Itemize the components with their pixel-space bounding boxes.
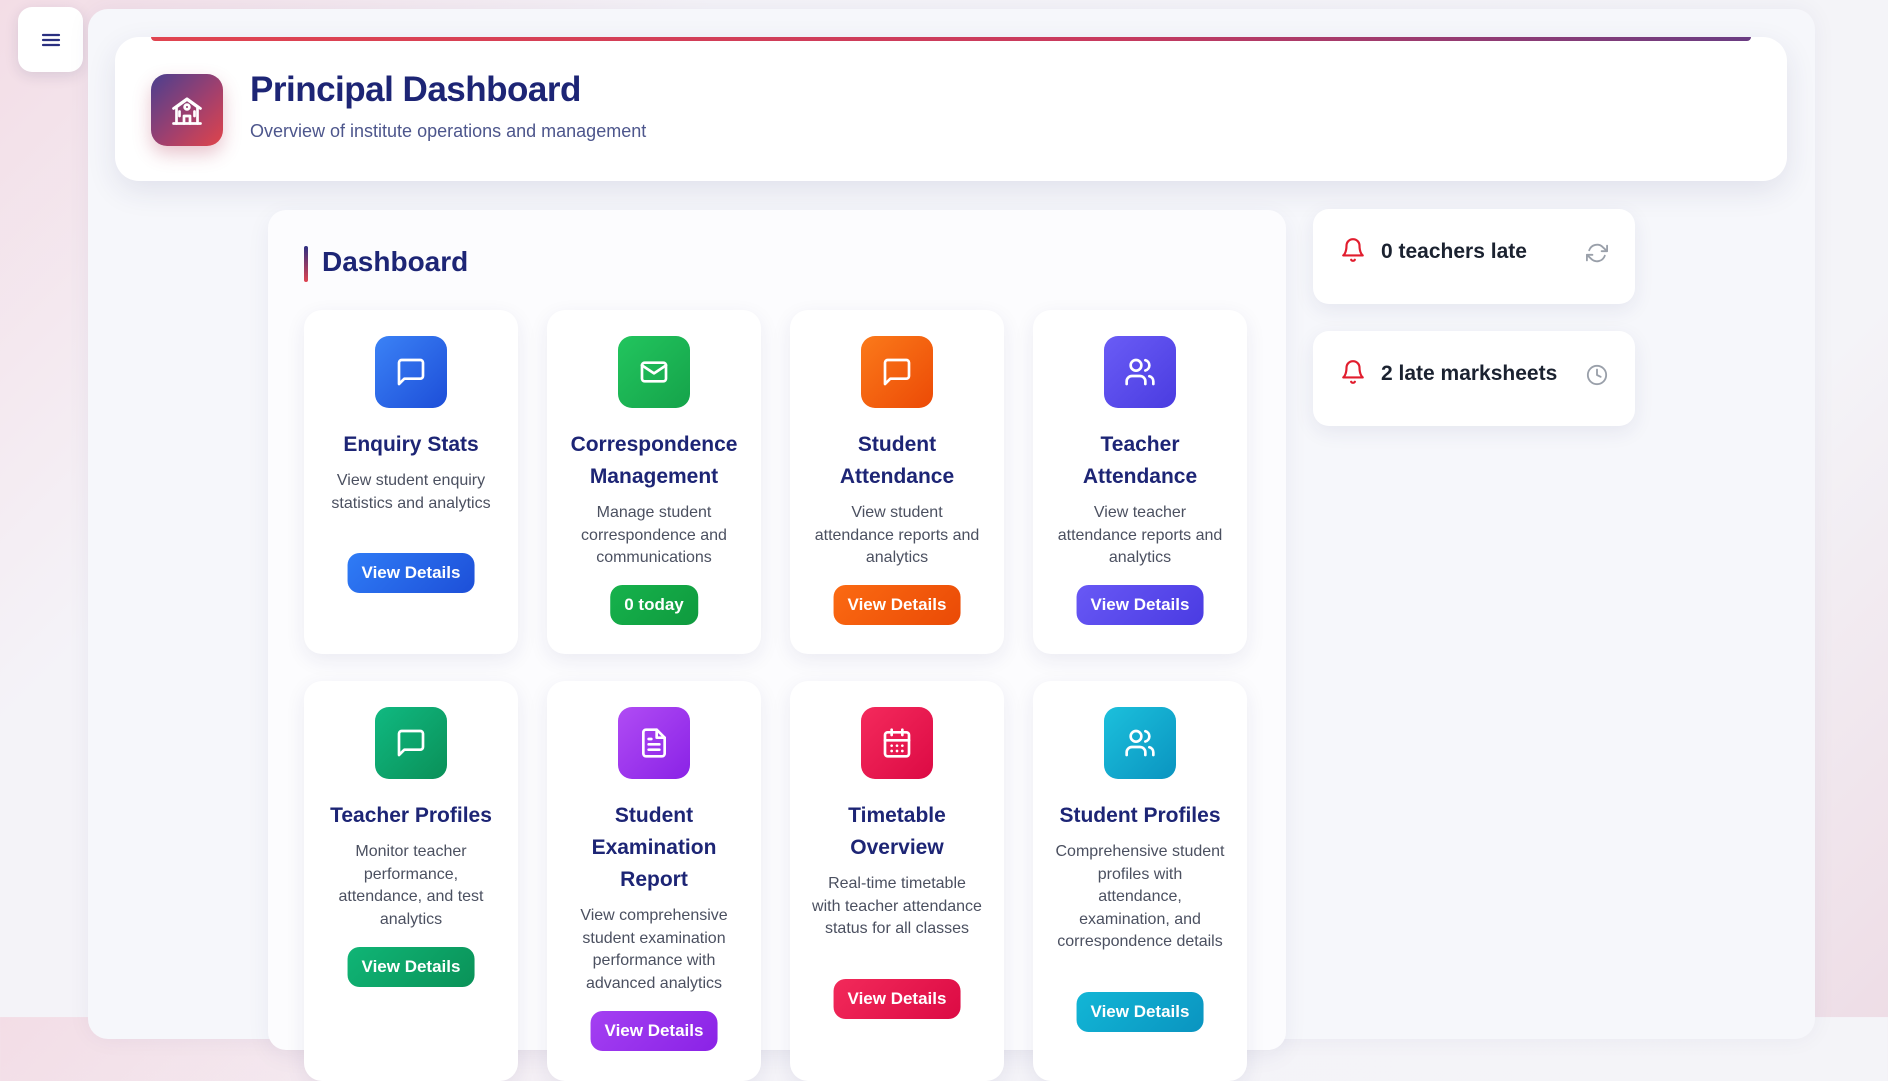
view-details-button[interactable]: View Details <box>1076 992 1204 1032</box>
view-details-button[interactable]: View Details <box>347 553 475 593</box>
dashboard-panel: Dashboard Enquiry Stats View student enq… <box>268 210 1286 1081</box>
view-details-button[interactable]: View Details <box>1076 585 1204 625</box>
message-square-icon <box>397 729 425 757</box>
card-enquiry-stats[interactable]: Enquiry Stats View student enquiry stati… <box>304 310 518 654</box>
card-student-attendance[interactable]: Student Attendance View student attendan… <box>790 310 1004 654</box>
card-icon-tile <box>618 707 690 779</box>
card-icon-tile <box>375 707 447 779</box>
school-building-icon <box>172 97 202 125</box>
file-text-icon <box>642 728 666 758</box>
card-title: Student Attendance <box>839 433 955 488</box>
card-icon-tile <box>1104 336 1176 408</box>
card-icon-tile <box>375 336 447 408</box>
card-title: Timetable Overview <box>848 804 946 859</box>
page-title: Principal Dashboard <box>250 70 581 109</box>
header-accent-line <box>151 37 1751 41</box>
card-title: Enquiry Stats <box>343 433 479 456</box>
section-title: Dashboard <box>322 246 469 277</box>
alert-teachers-late[interactable]: 0 teachers late <box>1313 209 1635 304</box>
alert-late-marksheets[interactable]: 2 late marksheets <box>1313 331 1635 426</box>
card-timetable-overview[interactable]: Timetable Overview Real-time timetable w… <box>790 681 1004 1081</box>
card-description: Comprehensive student profiles with atte… <box>1055 843 1225 950</box>
card-title: Teacher Attendance <box>1082 433 1198 488</box>
view-details-button[interactable]: View Details <box>590 1011 718 1051</box>
section-accent-bar <box>304 246 308 282</box>
clock-icon <box>1586 364 1608 386</box>
card-title: Student Examination Report <box>591 804 717 891</box>
card-correspondence-management[interactable]: Correspondence Management Manage student… <box>547 310 761 654</box>
card-teacher-attendance[interactable]: Teacher Attendance View teacher attendan… <box>1033 310 1247 654</box>
bell-icon <box>1342 238 1364 262</box>
card-description: View teacher attendance reports and anal… <box>1057 504 1223 566</box>
view-details-button[interactable]: View Details <box>347 947 475 987</box>
message-square-icon <box>397 358 425 386</box>
card-icon-tile <box>618 336 690 408</box>
users-icon <box>1125 729 1155 757</box>
card-icon-tile <box>1104 707 1176 779</box>
users-icon <box>1125 358 1155 386</box>
card-student-profiles[interactable]: Student Profiles Comprehensive student p… <box>1033 681 1247 1081</box>
card-description: Real-time timetable with teacher attenda… <box>812 875 982 937</box>
card-description: View comprehensive student examination p… <box>580 907 728 992</box>
menu-button[interactable] <box>18 7 83 72</box>
header-icon-tile <box>151 74 223 146</box>
calendar-icon <box>883 728 911 758</box>
card-title: Student Profiles <box>1059 804 1221 827</box>
card-description: View student enquiry statistics and anal… <box>331 472 491 512</box>
message-square-icon <box>883 358 911 386</box>
card-description: Manage student correspondence and commun… <box>581 504 727 566</box>
hamburger-menu-icon <box>41 33 60 46</box>
card-title: Correspondence Management <box>570 433 738 488</box>
card-title: Teacher Profiles <box>330 804 492 827</box>
view-details-button[interactable]: View Details <box>833 979 961 1019</box>
alert-text: 0 teachers late <box>1381 240 1527 263</box>
card-teacher-profiles[interactable]: Teacher Profiles Monitor teacher perform… <box>304 681 518 1081</box>
mail-icon <box>640 361 668 383</box>
page-header: Principal Dashboard Overview of institut… <box>115 37 1787 181</box>
refresh-icon[interactable] <box>1586 242 1608 264</box>
alert-text: 2 late marksheets <box>1381 362 1558 385</box>
card-icon-tile <box>861 707 933 779</box>
card-icon-tile <box>861 336 933 408</box>
card-description: Monitor teacher performance, attendance,… <box>338 843 484 928</box>
view-details-button[interactable]: View Details <box>833 585 961 625</box>
today-count-button[interactable]: 0 today <box>610 585 698 625</box>
card-description: View student attendance reports and anal… <box>814 504 980 566</box>
page-subtitle: Overview of institute operations and man… <box>250 121 647 141</box>
bell-icon <box>1342 360 1364 384</box>
card-student-examination-report[interactable]: Student Examination Report View comprehe… <box>547 681 761 1081</box>
